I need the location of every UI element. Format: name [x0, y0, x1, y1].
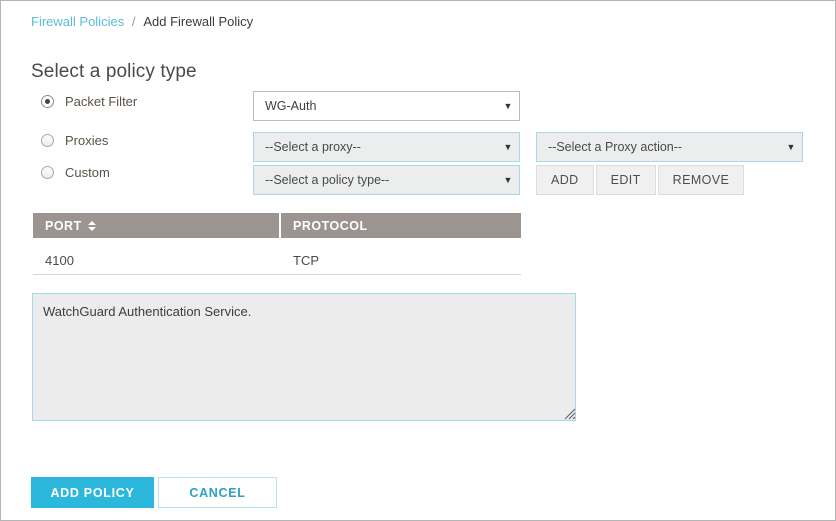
cell-protocol: TCP — [293, 252, 319, 268]
proxy-action-button-group: ADD EDIT REMOVE — [536, 165, 745, 195]
packet-filter-select-value: WG-Auth — [265, 99, 317, 113]
remove-button[interactable]: REMOVE — [657, 165, 745, 195]
sort-arrows-icon — [87, 220, 96, 231]
ports-table: PORT PROTOCOL 4100 TCP — [33, 213, 521, 275]
chevron-down-icon: ▼ — [503, 174, 513, 185]
proxy-action-select-value: --Select a Proxy action-- — [548, 140, 683, 154]
chevron-down-icon: ▼ — [503, 100, 513, 111]
add-firewall-policy-page: Firewall Policies / Add Firewall Policy … — [0, 0, 836, 521]
policy-type-select[interactable]: --Select a policy type-- ▼ — [253, 165, 520, 195]
page-title: Select a policy type — [31, 61, 197, 82]
description-textarea[interactable] — [32, 293, 576, 421]
proxy-select[interactable]: --Select a proxy-- ▼ — [253, 132, 520, 162]
add-policy-button[interactable]: ADD POLICY — [31, 477, 154, 508]
chevron-down-icon: ▼ — [786, 141, 796, 152]
add-button[interactable]: ADD — [536, 165, 594, 195]
table-body: 4100 TCP — [33, 238, 521, 275]
cancel-button[interactable]: CANCEL — [158, 477, 277, 508]
breadcrumb-current-add-firewall-policy: Add Firewall Policy — [143, 14, 254, 29]
chevron-down-icon: ▼ — [503, 141, 513, 152]
radio-mark-proxies — [41, 133, 54, 147]
radio-label-proxies: Proxies — [65, 132, 109, 148]
radio-mark-custom — [41, 165, 54, 179]
radio-option-proxies[interactable]: Proxies — [41, 131, 108, 149]
radio-option-custom[interactable]: Custom — [41, 163, 110, 181]
table-header-protocol-label: PROTOCOL — [293, 218, 368, 233]
radio-label-packet-filter: Packet Filter — [65, 93, 138, 109]
radio-mark-packet-filter — [41, 94, 54, 108]
proxy-select-value: --Select a proxy-- — [265, 140, 361, 154]
policy-type-select-value: --Select a policy type-- — [265, 173, 390, 187]
proxy-action-select[interactable]: --Select a Proxy action-- ▼ — [536, 132, 803, 162]
table-header-port-label: PORT — [45, 218, 82, 233]
table-header-protocol[interactable]: PROTOCOL — [281, 213, 521, 238]
edit-button[interactable]: EDIT — [595, 165, 656, 195]
cell-port: 4100 — [45, 252, 74, 268]
breadcrumb-link-firewall-policies[interactable]: Firewall Policies — [31, 14, 124, 29]
table-row[interactable]: 4100 TCP — [33, 238, 521, 275]
packet-filter-select[interactable]: WG-Auth ▼ — [253, 91, 520, 121]
table-header-port[interactable]: PORT — [33, 213, 279, 238]
table-header-row: PORT PROTOCOL — [33, 213, 521, 238]
radio-option-packet-filter[interactable]: Packet Filter — [41, 92, 137, 110]
breadcrumb-separator: / — [131, 14, 136, 29]
breadcrumb: Firewall Policies / Add Firewall Policy — [31, 13, 253, 31]
radio-label-custom: Custom — [65, 164, 110, 180]
